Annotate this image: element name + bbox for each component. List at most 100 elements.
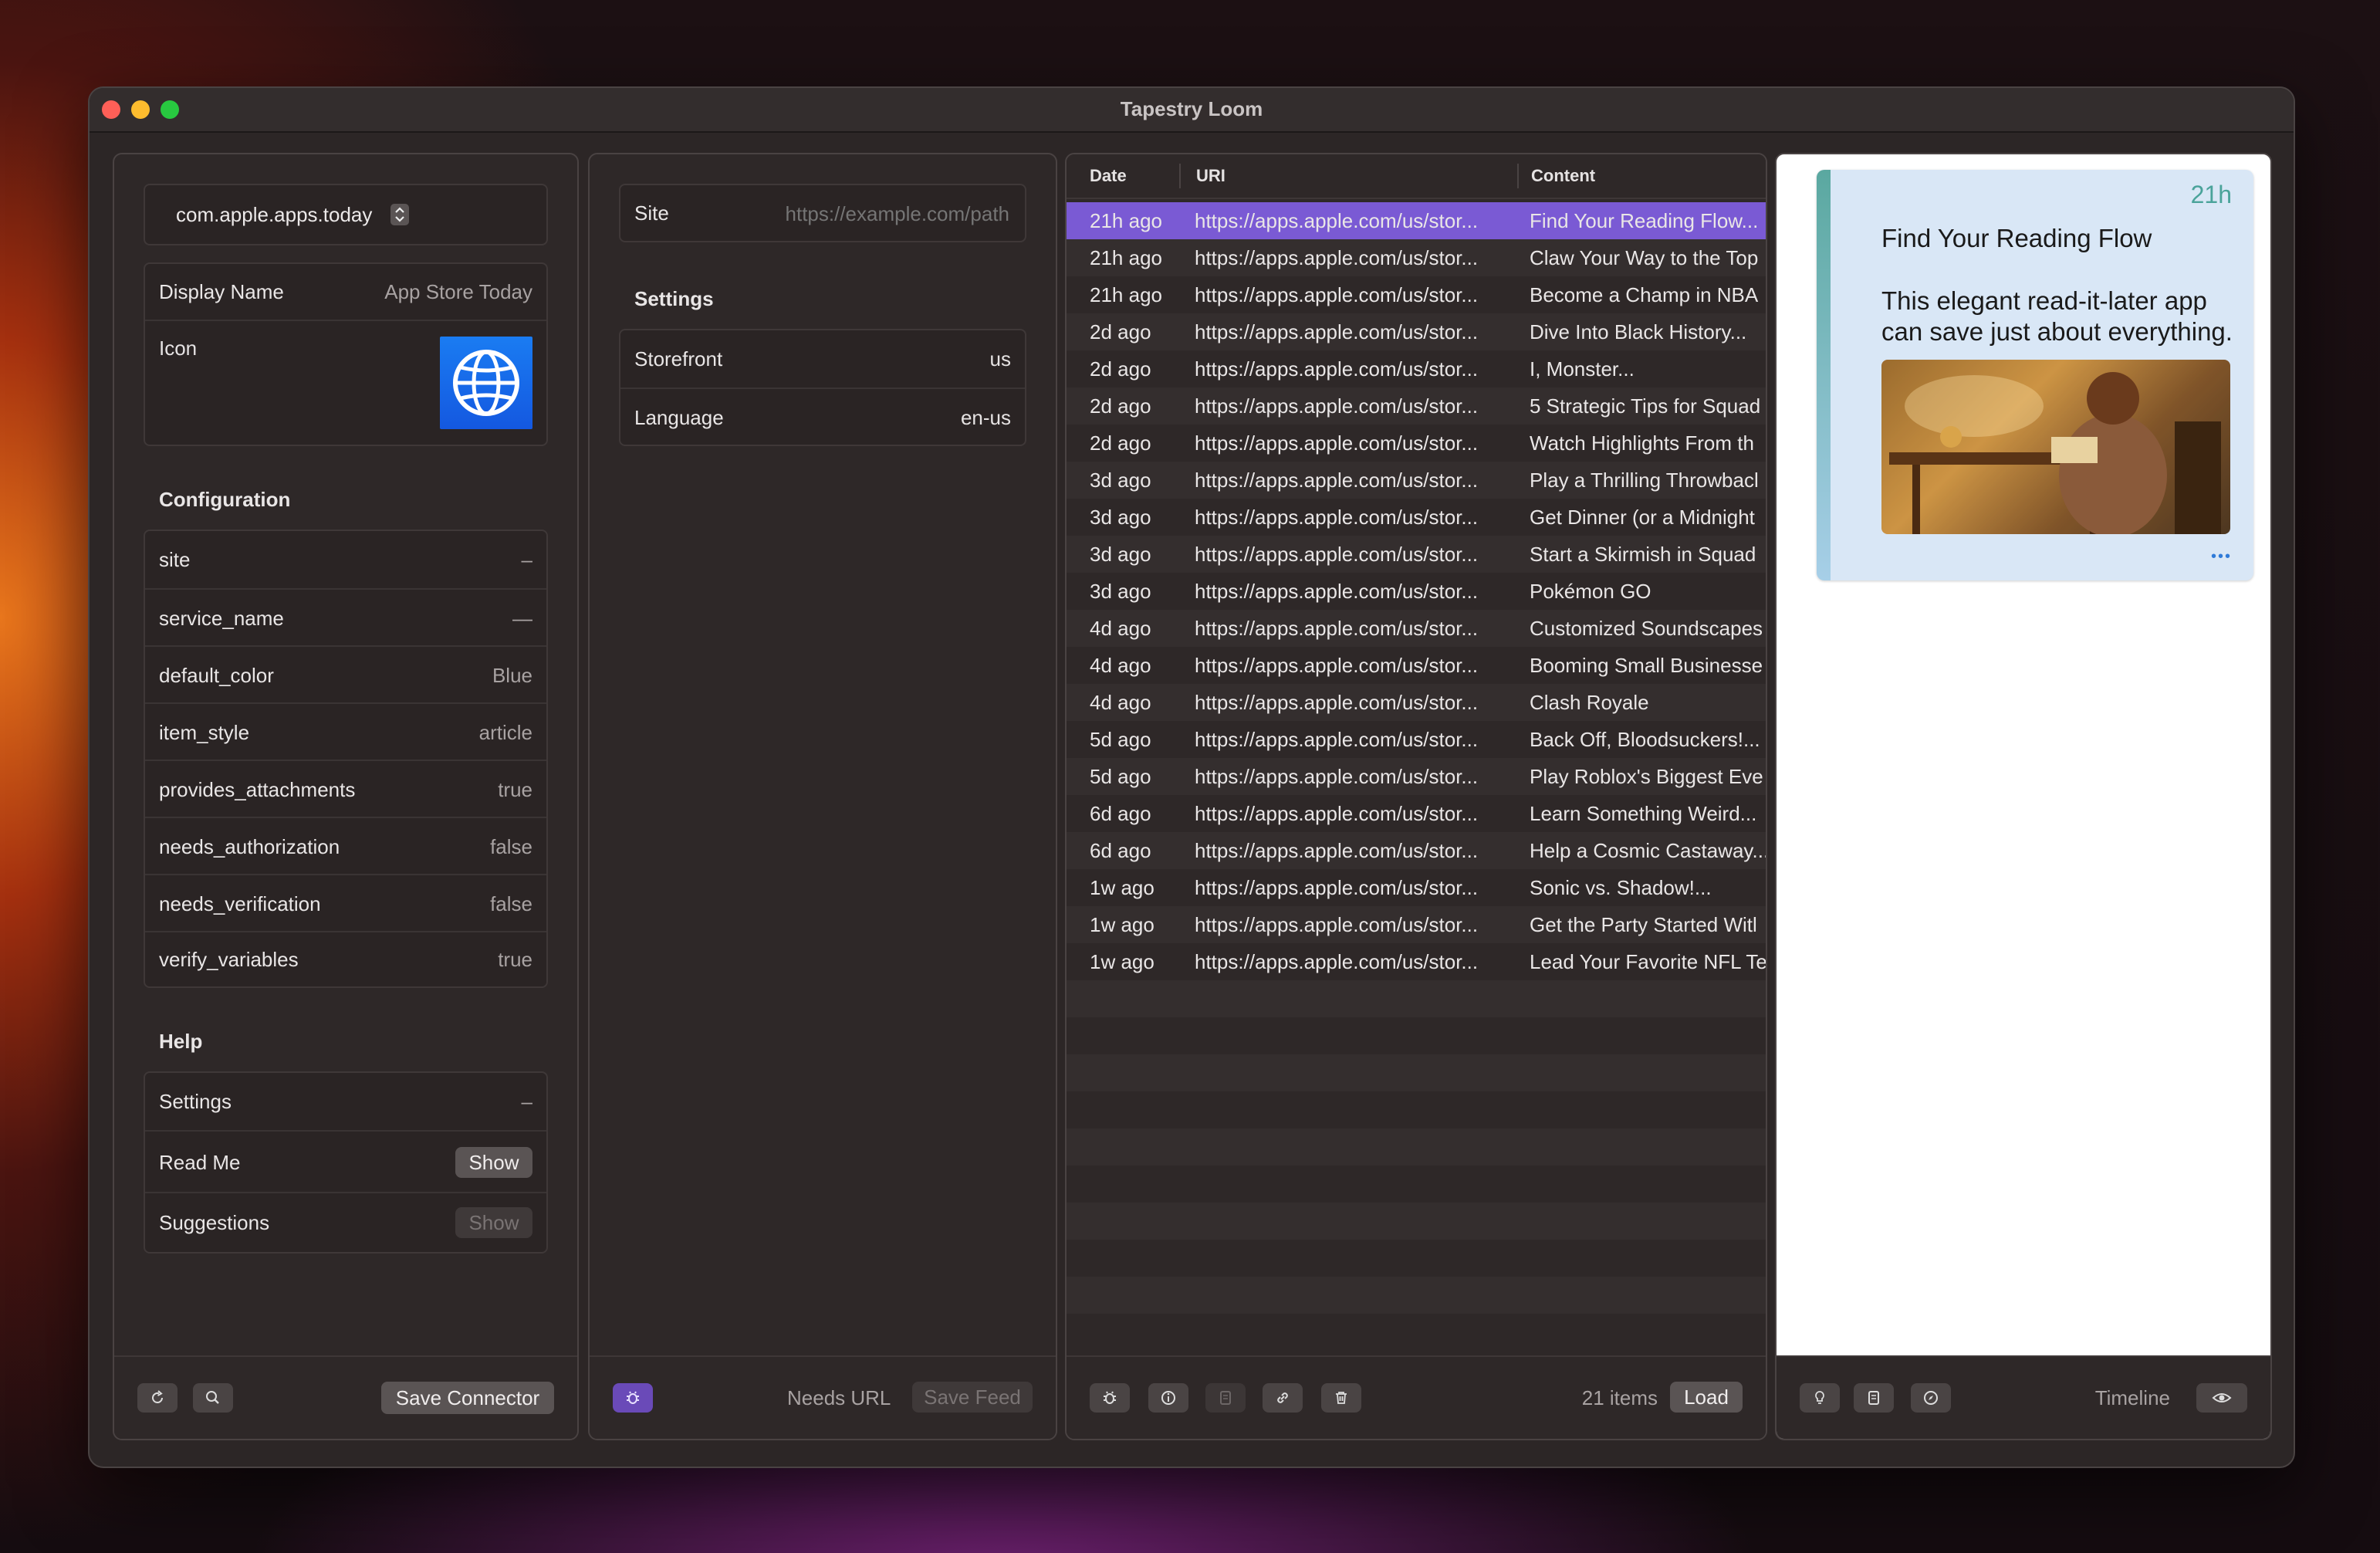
display-name-value[interactable]: App Store Today bbox=[384, 264, 532, 320]
config-row-item-style[interactable]: item_style article bbox=[145, 702, 546, 761]
table-row[interactable]: 3d ago https://apps.apple.com/us/stor... S… bbox=[1067, 536, 1766, 573]
table-row[interactable]: 1w ago https://apps.apple.com/us/stor... L… bbox=[1067, 943, 1766, 980]
table-row[interactable]: 2d ago https://apps.apple.com/us/stor... I… bbox=[1067, 350, 1766, 387]
site-field-row: Site bbox=[619, 184, 1026, 242]
trash-icon[interactable] bbox=[1321, 1383, 1361, 1413]
display-name-row[interactable]: Display Name App Store Today bbox=[145, 264, 546, 320]
cell-date: 3d ago bbox=[1090, 469, 1151, 492]
column-divider[interactable] bbox=[1517, 164, 1519, 188]
table-row[interactable]: 5d ago https://apps.apple.com/us/stor... B… bbox=[1067, 721, 1766, 758]
table-row[interactable]: 2d ago https://apps.apple.com/us/stor... W… bbox=[1067, 425, 1766, 462]
globe-icon[interactable] bbox=[440, 337, 532, 429]
connector-identifier: com.apple.apps.today bbox=[176, 203, 373, 226]
cell-uri: https://apps.apple.com/us/stor... bbox=[1195, 839, 1479, 862]
table-row[interactable]: 6d ago https://apps.apple.com/us/stor... H… bbox=[1067, 832, 1766, 869]
save-connector-button[interactable]: Save Connector bbox=[381, 1382, 554, 1414]
suggestions-show-button[interactable]: Show bbox=[455, 1207, 532, 1238]
table-row[interactable]: 4d ago https://apps.apple.com/us/stor... C… bbox=[1067, 610, 1766, 647]
feed-settings-group: Storefront us Language en-us bbox=[619, 329, 1026, 446]
bug-icon[interactable] bbox=[613, 1383, 653, 1413]
table-row[interactable]: 21h ago https://apps.apple.com/us/stor...… bbox=[1067, 239, 1766, 276]
refresh-icon[interactable] bbox=[137, 1383, 177, 1413]
cell-uri: https://apps.apple.com/us/stor... bbox=[1195, 283, 1479, 306]
link-icon[interactable] bbox=[1263, 1383, 1303, 1413]
cell-date: 1w ago bbox=[1090, 913, 1155, 936]
cell-content: Clash Royale bbox=[1530, 691, 1649, 714]
save-feed-button[interactable]: Save Feed bbox=[912, 1382, 1033, 1413]
table-row[interactable]: 3d ago https://apps.apple.com/us/stor... G… bbox=[1067, 499, 1766, 536]
help-settings-row[interactable]: Settings – bbox=[145, 1073, 546, 1130]
storefront-label: Storefront bbox=[634, 347, 723, 370]
language-label: Language bbox=[634, 406, 724, 429]
column-divider[interactable] bbox=[1179, 164, 1181, 188]
bug-icon[interactable] bbox=[1090, 1383, 1130, 1413]
language-row[interactable]: Language en-us bbox=[620, 387, 1025, 446]
connector-footer: Save Connector bbox=[114, 1355, 577, 1439]
timeline-card[interactable]: 21h Find Your Reading Flow This elegant … bbox=[1817, 170, 2253, 580]
icon-row: Icon bbox=[145, 320, 546, 445]
config-value: Blue bbox=[492, 664, 532, 687]
table-row[interactable]: 4d ago https://apps.apple.com/us/stor... C… bbox=[1067, 684, 1766, 721]
language-value[interactable]: en-us bbox=[961, 389, 1011, 446]
cell-uri: https://apps.apple.com/us/stor... bbox=[1195, 802, 1479, 825]
info-icon[interactable] bbox=[1148, 1383, 1188, 1413]
storefront-row[interactable]: Storefront us bbox=[620, 330, 1025, 387]
config-row-site[interactable]: site – bbox=[145, 531, 546, 588]
table-row[interactable]: 5d ago https://apps.apple.com/us/stor... P… bbox=[1067, 758, 1766, 795]
column-header-content[interactable]: Content bbox=[1531, 154, 1595, 198]
items-footer: 21 items Load bbox=[1067, 1355, 1766, 1439]
storefront-value[interactable]: us bbox=[990, 330, 1011, 387]
help-readme-row: Read Me Show bbox=[145, 1130, 546, 1193]
config-row-service-name[interactable]: service_name — bbox=[145, 588, 546, 647]
table-row[interactable]: 6d ago https://apps.apple.com/us/stor... L… bbox=[1067, 795, 1766, 832]
table-row[interactable]: 3d ago https://apps.apple.com/us/stor... P… bbox=[1067, 573, 1766, 610]
document-icon[interactable] bbox=[1205, 1383, 1246, 1413]
cell-date: 6d ago bbox=[1090, 802, 1151, 825]
items-panel: Date URI Content 21h ago https://apps.app… bbox=[1065, 153, 1767, 1440]
table-row[interactable]: 1w ago https://apps.apple.com/us/stor... S… bbox=[1067, 869, 1766, 906]
site-url-input[interactable] bbox=[705, 198, 1011, 230]
load-button[interactable]: Load bbox=[1670, 1382, 1743, 1413]
config-row-provides-attachments[interactable]: provides_attachments true bbox=[145, 760, 546, 818]
table-body: 21h ago https://apps.apple.com/us/stor...… bbox=[1067, 202, 1766, 1357]
config-value: article bbox=[478, 721, 532, 744]
search-icon[interactable] bbox=[193, 1383, 233, 1413]
cell-content: Help a Cosmic Castaway... bbox=[1530, 839, 1766, 862]
more-options-icon[interactable]: ••• bbox=[2211, 548, 2232, 566]
cell-date: 21h ago bbox=[1090, 283, 1162, 306]
table-row[interactable]: 21h ago https://apps.apple.com/us/stor...… bbox=[1067, 202, 1766, 239]
cell-content: Customized Soundscapes bbox=[1530, 617, 1763, 640]
config-row-default-color[interactable]: default_color Blue bbox=[145, 645, 546, 704]
site-label: Site bbox=[634, 201, 669, 225]
configuration-group: site – service_name — default_color Blue it… bbox=[144, 530, 548, 988]
document-icon[interactable] bbox=[1854, 1383, 1894, 1413]
empty-row bbox=[1067, 1054, 1766, 1091]
table-row[interactable]: 4d ago https://apps.apple.com/us/stor... B… bbox=[1067, 647, 1766, 684]
readme-show-button[interactable]: Show bbox=[455, 1147, 532, 1178]
identity-group: Display Name App Store Today Icon bbox=[144, 262, 548, 446]
table-row[interactable]: 2d ago https://apps.apple.com/us/stor... 5… bbox=[1067, 387, 1766, 425]
column-header-uri[interactable]: URI bbox=[1196, 154, 1225, 198]
chevron-updown-icon[interactable] bbox=[390, 204, 409, 225]
config-row-needs-authorization[interactable]: needs_authorization false bbox=[145, 817, 546, 875]
table-row[interactable]: 3d ago https://apps.apple.com/us/stor... P… bbox=[1067, 462, 1766, 499]
feed-panel: Site Settings Storefront us Language en-us… bbox=[588, 153, 1057, 1440]
config-row-needs-verification[interactable]: needs_verification false bbox=[145, 874, 546, 932]
compass-icon[interactable] bbox=[1911, 1383, 1951, 1413]
configuration-heading: Configuration bbox=[159, 488, 291, 511]
eye-icon[interactable] bbox=[2196, 1383, 2247, 1413]
config-value: — bbox=[512, 607, 532, 630]
column-header-date[interactable]: Date bbox=[1090, 154, 1127, 198]
config-row-verify-variables[interactable]: verify_variables true bbox=[145, 931, 546, 986]
config-value: false bbox=[490, 835, 532, 858]
connector-selector[interactable]: com.apple.apps.today bbox=[144, 184, 548, 245]
cell-content: Claw Your Way to the Top bbox=[1530, 246, 1759, 269]
table-row[interactable]: 2d ago https://apps.apple.com/us/stor... D… bbox=[1067, 313, 1766, 350]
cell-date: 1w ago bbox=[1090, 950, 1155, 973]
help-group: Settings – Read Me Show Suggestions Show bbox=[144, 1071, 548, 1254]
cell-uri: https://apps.apple.com/us/stor... bbox=[1195, 580, 1479, 603]
table-row[interactable]: 21h ago https://apps.apple.com/us/stor...… bbox=[1067, 276, 1766, 313]
table-row[interactable]: 1w ago https://apps.apple.com/us/stor... G… bbox=[1067, 906, 1766, 943]
lightbulb-icon[interactable] bbox=[1800, 1383, 1840, 1413]
empty-row bbox=[1067, 1203, 1766, 1240]
